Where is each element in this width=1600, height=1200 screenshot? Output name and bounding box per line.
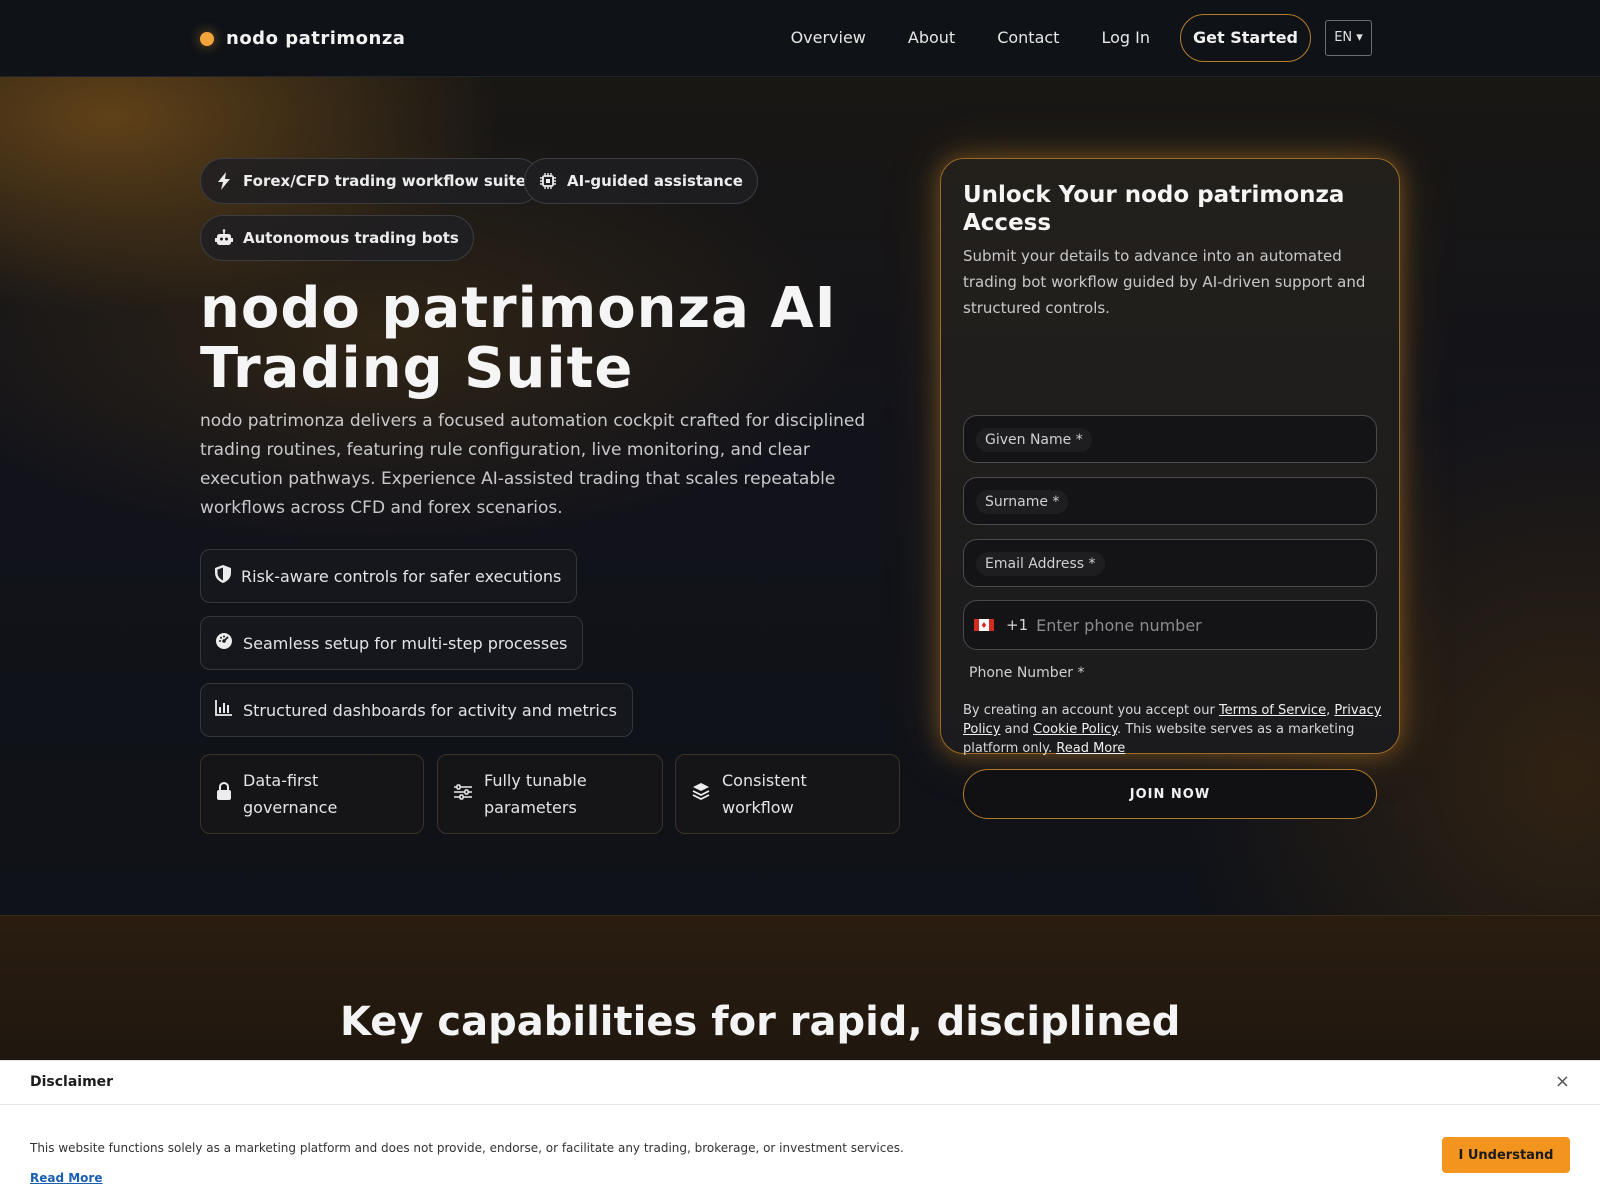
terms-text: By creating an account you accept our Te… [963, 701, 1383, 758]
tile-consistent-workflow: Consistent workflow [675, 754, 900, 834]
hero-title: nodo patrimonza AI Trading Suite [200, 276, 837, 401]
signup-form-card: Unlock Your nodo patrimonza Access Submi… [940, 158, 1400, 819]
terms-prefix: By creating an account you accept our [963, 703, 1219, 718]
feature-seamless-setup: Seamless setup for multi-step processes [200, 616, 584, 670]
tile-tunable-parameters: Fully tunable parameters [437, 754, 663, 834]
tile-label: Fully tunable parameters [484, 771, 587, 817]
logo-dot-icon [200, 31, 214, 46]
tile-label: Consistent workflow [722, 771, 807, 817]
brand-logo[interactable]: nodo patrimonza [200, 28, 405, 49]
badge-ai-guided: AI-guided assistance [524, 158, 758, 204]
feature-label: Seamless setup for multi-step processes [243, 633, 568, 653]
gauge-icon [215, 632, 233, 654]
chip-icon [539, 172, 557, 190]
lightning-icon [215, 172, 233, 190]
tile-data-governance: Data-first governance [200, 754, 424, 834]
badge-forex-cfd: Forex/CFD trading workflow suite [200, 158, 541, 204]
dial-code[interactable]: +1 [1006, 616, 1028, 634]
nav-about[interactable]: About [908, 14, 955, 62]
terms-and: and [1000, 722, 1034, 737]
disclaimer-title: Disclaimer [30, 1074, 114, 1090]
given-name-label: Given Name * [976, 428, 1092, 452]
disclaimer-read-more-link[interactable]: Read More [30, 1171, 103, 1185]
form-title: Unlock Your nodo patrimonza Access [963, 182, 1345, 236]
join-now-button[interactable]: JOIN NOW [963, 769, 1377, 819]
badge-label: Autonomous trading bots [243, 229, 459, 247]
terms-comma: , [1326, 703, 1331, 718]
phone-label: Phone Number * [969, 665, 1085, 681]
terms-of-service-link[interactable]: Terms of Service [1219, 703, 1326, 718]
sliders-icon [454, 781, 472, 808]
capabilities-title: Key capabilities for rapid, disciplined [340, 999, 1181, 1045]
disclaimer-banner: Disclaimer × This website functions sole… [0, 1060, 1600, 1200]
terms-read-more-link[interactable]: Read More [1056, 741, 1125, 756]
nav-login[interactable]: Log In [1101, 14, 1150, 62]
layers-icon [692, 781, 710, 808]
feature-label: Risk-aware controls for safer executions [241, 566, 562, 586]
badge-label: Forex/CFD trading workflow suite [243, 172, 526, 190]
cookie-policy-link[interactable]: Cookie Policy [1033, 722, 1117, 737]
feature-risk-controls: Risk-aware controls for safer executions [200, 549, 578, 603]
surname-label: Surname * [976, 490, 1069, 514]
surname-field[interactable]: Surname * [963, 477, 1377, 525]
close-icon[interactable]: × [1555, 1071, 1570, 1093]
badge-label: AI-guided assistance [567, 172, 743, 190]
hero-description: nodo patrimonza delivers a focused autom… [200, 411, 866, 518]
feature-label: Structured dashboards for activity and m… [243, 700, 617, 720]
language-select[interactable]: EN ▾ [1325, 20, 1372, 56]
robot-icon [215, 229, 233, 247]
form-description: Submit your details to advance into an a… [963, 247, 1366, 317]
nav-overview[interactable]: Overview [791, 14, 866, 62]
hero-section: Forex/CFD trading workflow suite AI-guid… [0, 77, 1600, 915]
site-header: nodo patrimonza Overview About Contact L… [0, 0, 1600, 77]
tile-label: Data-first governance [243, 771, 338, 817]
canada-flag-icon[interactable]: ♦ [974, 619, 994, 631]
nav-contact[interactable]: Contact [997, 14, 1059, 62]
lock-icon [217, 781, 231, 808]
phone-input[interactable] [1036, 615, 1357, 635]
i-understand-button[interactable]: I Understand [1442, 1137, 1570, 1173]
email-field[interactable]: Email Address * [963, 539, 1377, 587]
badge-autonomous-bots: Autonomous trading bots [200, 215, 474, 261]
brand-name: nodo patrimonza [226, 28, 406, 49]
capabilities-section: Key capabilities for rapid, disciplined [0, 915, 1600, 1060]
main-nav: Overview About Contact Log In Get Starte… [791, 14, 1372, 62]
bar-chart-icon [215, 700, 233, 720]
given-name-field[interactable]: Given Name * [963, 415, 1377, 463]
phone-field[interactable]: ♦ +1 [963, 600, 1377, 650]
feature-dashboards: Structured dashboards for activity and m… [200, 683, 633, 737]
get-started-button[interactable]: Get Started [1179, 14, 1311, 62]
email-label: Email Address * [976, 552, 1105, 576]
shield-icon [215, 565, 231, 587]
disclaimer-header: Disclaimer × [0, 1061, 1600, 1105]
disclaimer-text: This website functions solely as a marke… [30, 1141, 904, 1155]
